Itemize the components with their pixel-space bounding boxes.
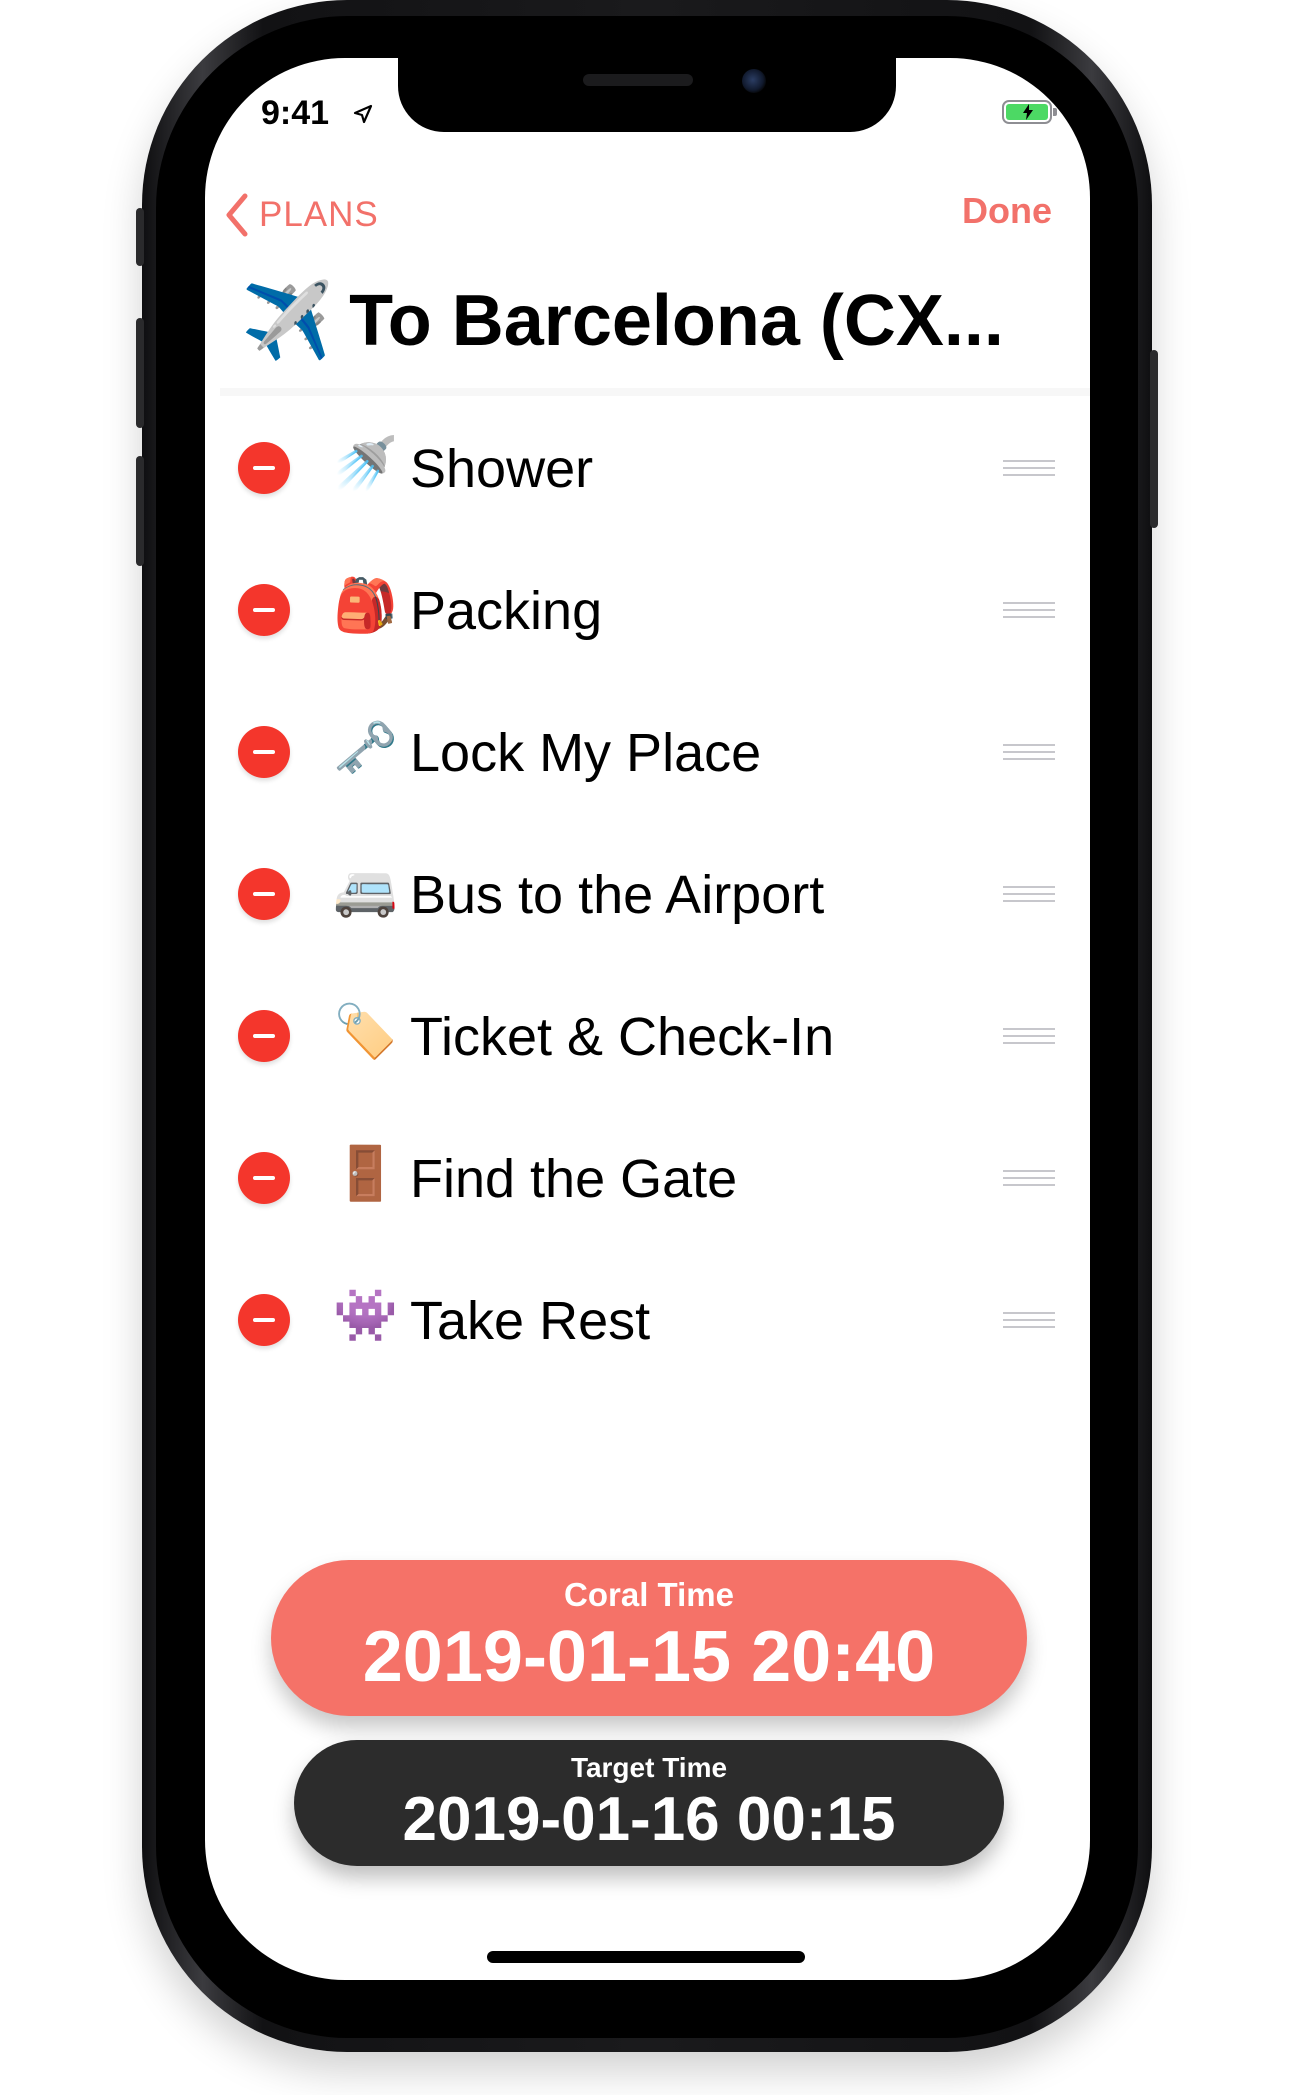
item-label: Packing <box>410 581 603 641</box>
volume-up-button <box>136 318 144 428</box>
coral-time-button[interactable]: Coral Time 2019-01-15 20:40 <box>271 1560 1027 1716</box>
item-label: Bus to the Airport <box>410 865 825 925</box>
home-indicator[interactable] <box>487 1951 805 1963</box>
app-screen: 9:41 PLANS Done ✈️ To Barcelona (CX... 🚿… <box>205 58 1090 1980</box>
chevron-left-icon <box>226 193 248 237</box>
speaker-grille <box>583 74 693 86</box>
space-invader-icon: 👾 <box>333 1287 398 1345</box>
list-item[interactable]: 🚿 Shower <box>205 396 1090 538</box>
target-time-value: 2019-01-16 00:15 <box>402 1785 896 1854</box>
header-divider <box>220 388 1090 396</box>
front-camera <box>742 69 766 93</box>
power-button <box>1150 350 1158 528</box>
list-item[interactable]: 👾 Take Rest <box>205 1248 1090 1390</box>
back-button[interactable]: PLANS <box>225 188 379 242</box>
coral-time-value: 2019-01-15 20:40 <box>362 1617 936 1697</box>
reorder-handle-icon[interactable] <box>1003 602 1055 618</box>
item-label: Lock My Place <box>410 723 762 783</box>
delete-button[interactable] <box>238 868 290 920</box>
location-arrow-icon <box>353 104 373 124</box>
coral-time-label: Coral Time <box>564 1576 734 1613</box>
list-item[interactable]: 🚐 Bus to the Airport <box>205 822 1090 964</box>
plan-item-list: 🚿 Shower 🎒 Packing 🗝️ Lock My Place 🚐 Bu… <box>205 396 1090 1390</box>
reorder-handle-icon[interactable] <box>1003 460 1055 476</box>
notch <box>398 58 896 132</box>
list-item[interactable]: 🚪 Find the Gate <box>205 1106 1090 1248</box>
backpack-icon: 🎒 <box>333 577 398 635</box>
item-label: Take Rest <box>410 1291 651 1351</box>
item-label: Shower <box>410 439 594 499</box>
airplane-icon: ✈️ <box>241 279 334 362</box>
battery-charging-icon <box>1002 100 1057 124</box>
delete-button[interactable] <box>238 584 290 636</box>
reorder-handle-icon[interactable] <box>1003 1312 1055 1328</box>
target-time-button[interactable]: Target Time 2019-01-16 00:15 <box>294 1740 1004 1866</box>
reorder-handle-icon[interactable] <box>1003 886 1055 902</box>
mute-switch <box>136 208 144 266</box>
volume-down-button <box>136 456 144 566</box>
delete-button[interactable] <box>238 442 290 494</box>
key-icon: 🗝️ <box>333 719 398 777</box>
item-label: Ticket & Check-In <box>410 1007 835 1067</box>
list-item[interactable]: 🎒 Packing <box>205 538 1090 680</box>
delete-button[interactable] <box>238 1294 290 1346</box>
done-button[interactable]: Done <box>962 190 1052 232</box>
plan-title-text: To Barcelona (CX... <box>349 281 1004 361</box>
reorder-handle-icon[interactable] <box>1003 1170 1055 1186</box>
status-time: 9:41 <box>261 94 330 132</box>
door-icon: 🚪 <box>333 1145 398 1203</box>
back-button-label: PLANS <box>259 195 379 234</box>
ticket-tag-icon: 🏷️ <box>333 1003 398 1061</box>
list-item[interactable]: 🗝️ Lock My Place <box>205 680 1090 822</box>
item-label: Find the Gate <box>410 1149 738 1209</box>
reorder-handle-icon[interactable] <box>1003 744 1055 760</box>
target-time-label: Target Time <box>570 1752 728 1783</box>
delete-button[interactable] <box>238 1152 290 1204</box>
list-item[interactable]: 🏷️ Ticket & Check-In <box>205 964 1090 1106</box>
delete-button[interactable] <box>238 1010 290 1062</box>
delete-button[interactable] <box>238 726 290 778</box>
shower-icon: 🚿 <box>333 435 398 493</box>
reorder-handle-icon[interactable] <box>1003 1028 1055 1044</box>
bus-icon: 🚐 <box>333 861 398 919</box>
plan-title: ✈️ To Barcelona (CX... <box>241 280 1004 362</box>
